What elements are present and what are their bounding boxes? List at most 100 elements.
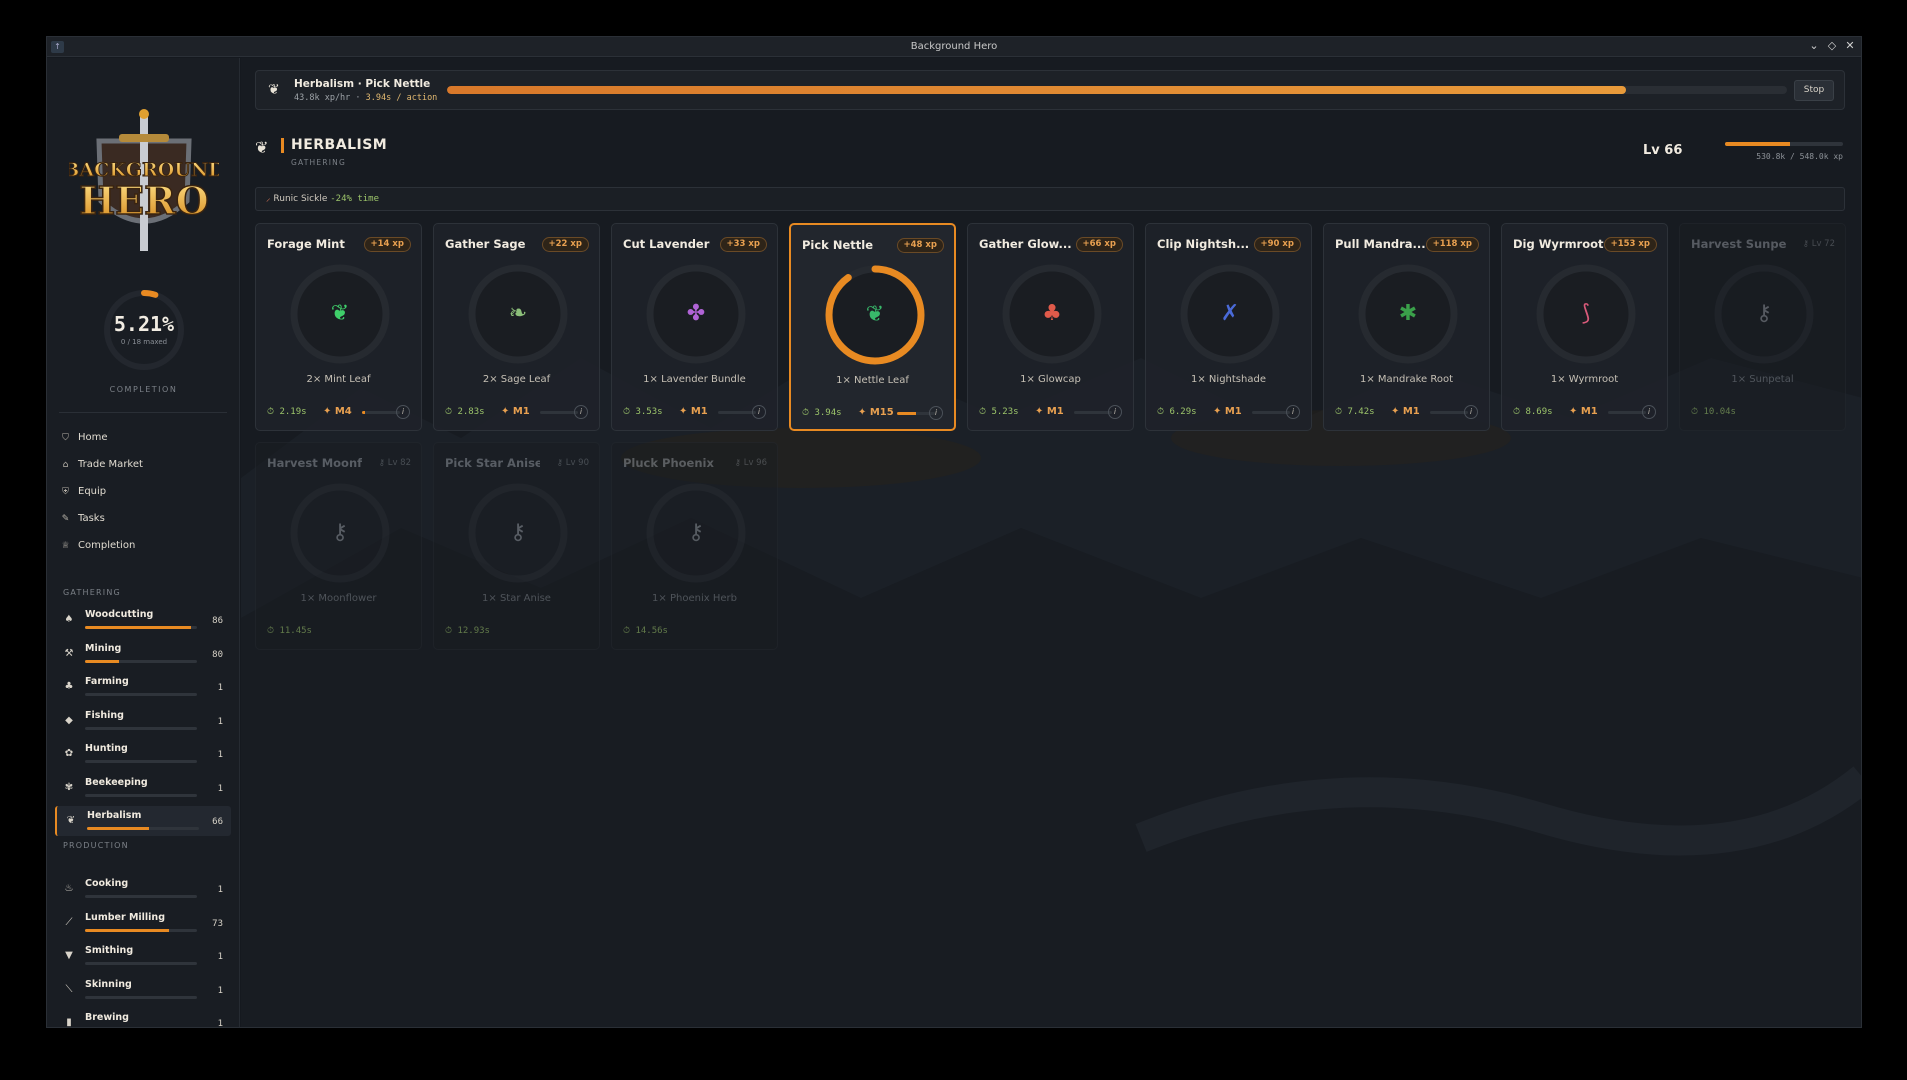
anvil-icon: ▼ (65, 950, 73, 961)
accent-bar (281, 138, 284, 153)
mastery-bar (1608, 411, 1646, 414)
skill-name: Fishing (85, 709, 124, 721)
mastery-level: ✦ M15 (858, 407, 894, 418)
action-time: ⏱ 5.23s (979, 407, 1019, 417)
action-yield: 1× Sunpetal (1731, 374, 1794, 385)
action-name: Dig Wyrmroot (1513, 237, 1604, 251)
action-footer: ⏱ 2.83s ✦ M1 i (445, 405, 588, 420)
sidebar-skill-herbalism[interactable]: ❦ Herbalism 66 (55, 806, 231, 836)
skill-name: Herbalism (87, 810, 142, 821)
skill-name: Brewing (85, 1012, 129, 1023)
action-card-pluck-phoenix: Pluck Phoenix ... ⚷ Lv 96 ⚷ 1× Phoenix Herb… (611, 442, 778, 650)
skill-name: Lumber Milling (85, 911, 165, 923)
close-icon[interactable]: ✕ (1845, 39, 1855, 52)
sidebar-skill-hunting[interactable]: ✿ Hunting 1 (55, 739, 231, 769)
info-icon[interactable]: i (396, 405, 410, 419)
svg-text:HERO: HERO (79, 178, 209, 223)
nav-completion[interactable]: ♕ Completion (61, 532, 143, 559)
action-card-harvest-sunpe: Harvest Sunpe... ⚷ Lv 72 ⚷ 1× Sunpetal ⏱ 10.… (1679, 223, 1846, 431)
action-card-cut-lavender[interactable]: Cut Lavender +33 xp ✤ 1× Lavender Bundle ⏱ 3… (611, 223, 778, 431)
action-card-pick-nettle[interactable]: Pick Nettle +48 xp ❦ 1× Nettle Leaf ⏱ 3.94s ✦… (789, 223, 956, 431)
trophy-icon: ♕ (61, 540, 70, 551)
info-icon[interactable]: i (1286, 405, 1300, 419)
action-name: Pull Mandra... (1335, 237, 1426, 251)
info-icon[interactable]: i (1642, 405, 1656, 419)
saw-icon: ⟋ (65, 916, 73, 928)
sidebar-skill-woodcutting[interactable]: ♠ Woodcutting 86 (55, 605, 231, 635)
mug-icon: ▮ (66, 1017, 72, 1028)
action-footer: ⏱ 12.93s (445, 625, 588, 639)
nav-trade-market[interactable]: ⌂ Trade Market (61, 451, 143, 478)
stop-button[interactable]: Stop (1794, 80, 1834, 101)
action-yield: 1× Glowcap (1020, 374, 1081, 385)
minimize-icon[interactable]: ⌄ (1809, 39, 1819, 52)
info-icon[interactable]: i (752, 405, 766, 419)
action-card-gather-sage[interactable]: Gather Sage +22 xp ❧ 2× Sage Leaf ⏱ 2.83s ✦ M… (433, 223, 600, 431)
nav-equip[interactable]: ⛨ Equip (61, 478, 143, 505)
action-card-pull-mandra[interactable]: Pull Mandra... +118 xp ✱ 1× Mandrake Root ⏱ … (1323, 223, 1490, 431)
skill-progress-bar (85, 626, 197, 629)
action-time: ⏱ 2.19s (267, 407, 307, 417)
sidebar-skill-beekeeping[interactable]: ✾ Beekeeping 1 (55, 773, 231, 803)
action-yield: 1× Nightshade (1191, 374, 1266, 385)
action-yield: 1× Lavender Bundle (643, 374, 746, 385)
skill-level: 86 (212, 616, 223, 626)
sidebar-skill-lumber-milling[interactable]: ⟋ Lumber Milling 73 (55, 908, 231, 938)
action-name: Pick Nettle (802, 238, 873, 252)
skill-progress-bar (85, 726, 197, 730)
mushroom-icon: ♣ (1042, 301, 1062, 326)
nav-tasks[interactable]: ✎ Tasks (61, 505, 143, 532)
skill-level: 1 (217, 985, 223, 996)
equip-icon: ⛨ (62, 486, 69, 497)
mastery-level: ✦ M1 (1391, 406, 1420, 417)
xp-badge: +33 xp (719, 237, 767, 252)
skill-progress-bar (85, 928, 197, 932)
action-yield: 1× Wyrmroot (1550, 374, 1619, 385)
action-card-gather-glow[interactable]: Gather Glow... +66 xp ♣ 1× Glowcap ⏱ 5.23s ✦ … (967, 223, 1134, 431)
app-logo: BACKGROUND HERO (69, 109, 219, 251)
section-production: PRODUCTION (63, 841, 129, 850)
action-time: ⏱ 10.04s (1691, 407, 1736, 417)
info-icon[interactable]: i (1108, 405, 1122, 419)
skill-name: Beekeeping (85, 776, 148, 788)
nav-home[interactable]: ⛉ Home (61, 424, 143, 451)
sidebar-skill-smithing[interactable]: ▼ Smithing 1 (55, 941, 231, 971)
info-icon[interactable]: i (929, 406, 943, 420)
paw-icon: ✿ (64, 748, 74, 759)
action-time: ⏱ 3.53s (623, 407, 663, 417)
sidebar-skill-cooking[interactable]: ♨ Cooking 1 (55, 874, 231, 904)
sidebar-skill-fishing[interactable]: ◆ Fishing 1 (55, 706, 231, 736)
skill-level: 1 (217, 716, 223, 727)
sage-leaf-icon: ❧ (508, 301, 528, 326)
info-icon[interactable]: i (574, 405, 588, 419)
lock-icon: ⚷ (509, 520, 527, 545)
tree-icon: ♠ (64, 614, 74, 625)
wyrmroot-icon: ⟆ (1581, 301, 1591, 326)
action-time: ⏱ 2.83s (445, 407, 485, 417)
skill-progress-bar (87, 827, 199, 830)
action-card-clip-nightsh[interactable]: Clip Nightsh... +90 xp ✗ 1× Nightshade ⏱ 6.2… (1145, 223, 1312, 431)
sidebar: BACKGROUND HERO 5.21% 0 / 18 maxed COMPL… (47, 58, 240, 1027)
action-card-dig-wyrmroot[interactable]: Dig Wyrmroot +153 xp ⟆ 1× Wyrmroot ⏱ 8.69s ✦ … (1501, 223, 1668, 431)
market-icon: ⌂ (62, 459, 69, 470)
sidebar-skill-mining[interactable]: ⚒ Mining 80 (55, 639, 231, 669)
action-name: Cut Lavender (623, 237, 710, 251)
level-requirement: ⚷ Lv 90 (556, 458, 589, 468)
xp-badge: +153 xp (1603, 237, 1657, 252)
skill-xp-text: 530.8k / 548.0k xp (1756, 152, 1843, 161)
action-footer: ⏱ 11.45s (267, 625, 410, 639)
action-card-forage-mint[interactable]: Forage Mint +14 xp ❦ 2× Mint Leaf ⏱ 2.19s ✦ M… (255, 223, 422, 431)
lavender-icon: ✤ (686, 301, 706, 326)
info-icon[interactable]: i (1464, 405, 1478, 419)
skill-progress-bar (85, 693, 197, 696)
sidebar-skill-brewing[interactable]: ▮ Brewing 1 (55, 1008, 231, 1028)
sidebar-skill-skinning[interactable]: ⟍ Skinning 1 (55, 975, 231, 1005)
pot-icon: ♨ (64, 883, 74, 894)
main-nav: ⛉ Home ⌂ Trade Market ⛨ Equip ✎ Tasks ♕ Compl… (61, 424, 143, 559)
sidebar-skill-farming[interactable]: ♣ Farming 1 (55, 672, 231, 702)
mastery-level: ✦ M1 (1213, 406, 1242, 417)
maximize-icon[interactable]: ◇ (1827, 39, 1837, 52)
fish-icon: ◆ (65, 714, 73, 726)
app-icon: ↑ (51, 41, 64, 53)
skill-progress-bar (85, 760, 197, 763)
